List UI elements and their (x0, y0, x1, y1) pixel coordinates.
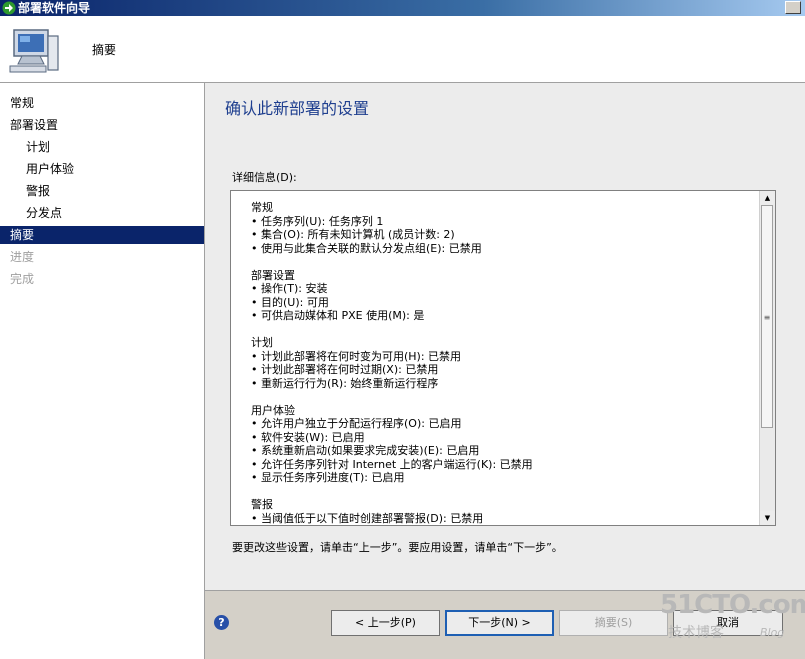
detail-item: 重新运行行为(R): 始终重新运行程序 (251, 377, 751, 391)
detail-item: 当阈值低于以下值时创建部署警报(D): 已禁用 (251, 512, 751, 526)
detail-item: 任务序列(U): 任务序列 1 (251, 215, 751, 229)
scroll-up-arrow-icon[interactable]: ▲ (760, 191, 775, 205)
detail-item: 允许用户独立于分配运行程序(O): 已启用 (251, 417, 751, 431)
details-section-schedule: 计划 计划此部署将在何时变为可用(H): 已禁用 计划此部署将在何时过期(X):… (251, 336, 751, 390)
details-section-user-experience: 用户体验 允许用户独立于分配运行程序(O): 已启用 软件安装(W): 已启用 … (251, 404, 751, 485)
sidebar-item-label: 进度 (10, 250, 35, 264)
sidebar-item-label: 用户体验 (26, 162, 75, 176)
sidebar-item-distribution-points[interactable]: 分发点 (0, 204, 204, 222)
close-button[interactable] (785, 1, 801, 14)
detail-item: 计划此部署将在何时过期(X): 已禁用 (251, 363, 751, 377)
sidebar-item-summary[interactable]: 摘要 (0, 226, 204, 244)
header-title: 摘要 (92, 43, 117, 57)
page-heading: 确认此新部署的设置 (225, 99, 370, 118)
navigation-hint: 要更改这些设置，请单击“上一步”。要应用设置，请单击“下一步”。 (232, 541, 563, 554)
sidebar-item-label: 分发点 (26, 206, 63, 220)
details-section-alerts: 警报 当阈值低于以下值时创建部署警报(D): 已禁用 (251, 498, 751, 525)
detail-item: 显示任务序列进度(T): 已启用 (251, 471, 751, 485)
sidebar-item-label: 摘要 (10, 228, 35, 242)
section-title: 常规 (251, 201, 273, 214)
watermark-blog: Blog (760, 626, 785, 639)
details-textbox[interactable]: 常规 任务序列(U): 任务序列 1 集合(O): 所有未知计算机 (成员计数:… (230, 190, 776, 526)
scroll-down-arrow-icon[interactable]: ▼ (760, 511, 775, 525)
computer-icon (9, 29, 59, 73)
section-title: 用户体验 (251, 403, 295, 417)
wizard-arrow-icon (2, 1, 16, 15)
details-section-deployment-settings: 部署设置 操作(T): 安装 目的(U): 可用 可供启动媒体和 PXE 使用(… (251, 269, 751, 323)
sidebar-item-label: 部署设置 (10, 118, 59, 132)
content-pane: 确认此新部署的设置 详细信息(D): 常规 任务序列(U): 任务序列 1 集合… (205, 83, 805, 590)
detail-item: 允许任务序列针对 Internet 上的客户端运行(K): 已禁用 (251, 458, 751, 472)
sidebar-item-deployment-settings[interactable]: 部署设置 (0, 116, 204, 134)
details-section-general: 常规 任务序列(U): 任务序列 1 集合(O): 所有未知计算机 (成员计数:… (251, 201, 751, 255)
sidebar-item-label: 常规 (10, 96, 35, 110)
details-scrollbar[interactable]: ▲ ≡ ▼ (759, 191, 775, 525)
previous-button[interactable]: < 上一步(P) (331, 610, 440, 636)
detail-item: 系统重新启动(如果要求完成安装)(E): 已启用 (251, 444, 751, 458)
detail-item: 目的(U): 可用 (251, 296, 751, 310)
detail-item: 集合(O): 所有未知计算机 (成员计数: 2) (251, 228, 751, 242)
watermark-main: 51CTO.com (660, 590, 805, 620)
summary-button: 摘要(S) (559, 610, 668, 636)
wizard-sidebar: 常规 部署设置 计划 用户体验 警报 分发点 摘要 进度 完成 (0, 83, 205, 659)
section-title: 计划 (251, 336, 273, 349)
sidebar-item-label: 计划 (26, 140, 51, 154)
sidebar-item-label: 完成 (10, 272, 35, 286)
wizard-header: 摘要 (0, 16, 805, 83)
details-label: 详细信息(D): (232, 171, 297, 184)
help-icon[interactable]: ? (214, 615, 229, 630)
sidebar-item-label: 警报 (26, 184, 51, 198)
sidebar-item-alerts[interactable]: 警报 (0, 182, 204, 200)
sidebar-item-user-experience[interactable]: 用户体验 (0, 160, 204, 178)
detail-item: 计划此部署将在何时变为可用(H): 已禁用 (251, 350, 751, 364)
section-title: 部署设置 (251, 268, 295, 282)
window-title: 部署软件向导 (18, 1, 91, 15)
sidebar-item-completion: 完成 (0, 270, 204, 288)
title-bar: 部署软件向导 (0, 0, 805, 16)
section-title: 警报 (251, 498, 273, 511)
scroll-thumb[interactable]: ≡ (761, 205, 773, 428)
wizard-content: 确认此新部署的设置 详细信息(D): 常规 任务序列(U): 任务序列 1 集合… (205, 83, 805, 659)
watermark-sub: 技术博客 (668, 625, 724, 641)
details-content: 常规 任务序列(U): 任务序列 1 集合(O): 所有未知计算机 (成员计数:… (251, 201, 751, 525)
detail-item: 使用与此集合关联的默认分发点组(E): 已禁用 (251, 242, 751, 256)
detail-item: 可供启动媒体和 PXE 使用(M): 是 (251, 309, 751, 323)
watermark: 51CTO.com 技术博客 Blog (660, 590, 805, 652)
detail-item: 操作(T): 安装 (251, 282, 751, 296)
sidebar-item-progress: 进度 (0, 248, 204, 266)
next-button[interactable]: 下一步(N) > (445, 610, 554, 636)
detail-item: 软件安装(W): 已启用 (251, 431, 751, 445)
sidebar-item-general[interactable]: 常规 (0, 94, 204, 112)
sidebar-item-schedule[interactable]: 计划 (0, 138, 204, 156)
